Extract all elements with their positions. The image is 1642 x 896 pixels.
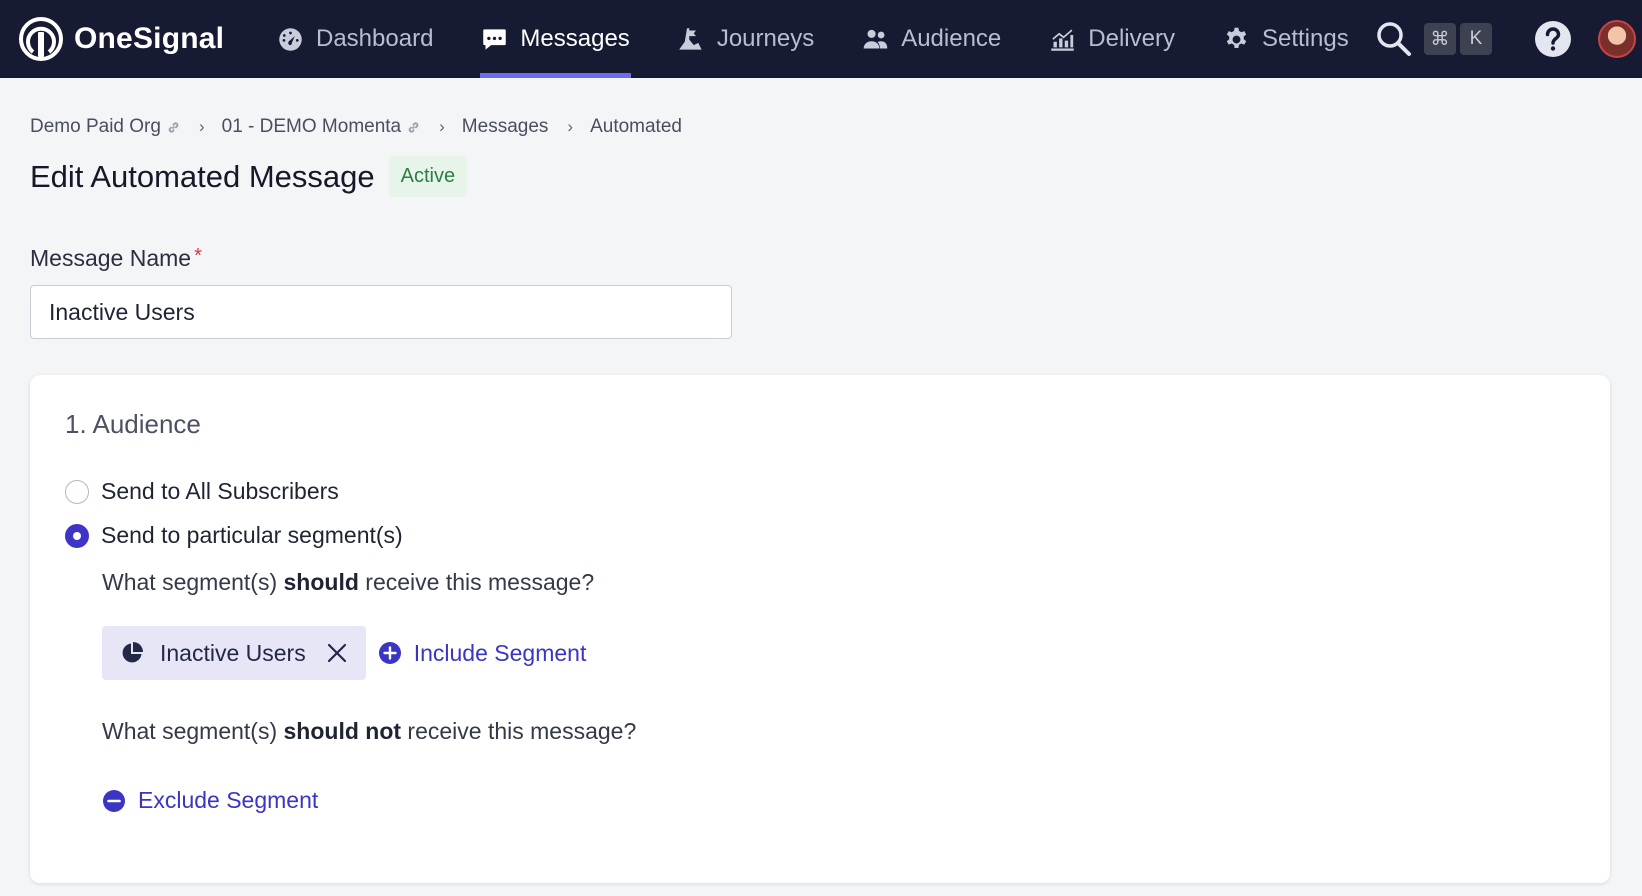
nav-label: Settings (1261, 25, 1349, 52)
shortcut-key-k: K (1460, 23, 1492, 55)
exclude-segment-label: Exclude Segment (138, 787, 319, 813)
send-to-all-radio[interactable] (65, 479, 89, 504)
onesignal-logo-icon (19, 17, 63, 61)
send-to-all-label: Send to All Subscribers (101, 478, 339, 504)
nav-item-settings[interactable]: Settings (1222, 0, 1350, 78)
nav-item-journeys[interactable]: Journeys (677, 0, 815, 78)
nav-label: Journeys (716, 25, 815, 52)
brand-logo[interactable]: OneSignal (18, 16, 238, 62)
journeys-icon (678, 27, 702, 50)
nav-item-delivery[interactable]: Delivery (1048, 0, 1176, 78)
status-badge: Active (388, 156, 468, 197)
breadcrumb-label: 01 - DEMO Momenta (221, 116, 402, 137)
close-icon[interactable] (326, 642, 348, 664)
breadcrumb-label: Demo Paid Org (30, 116, 161, 137)
audience-card: 1. Audience Send to All Subscribers Send… (30, 375, 1610, 883)
search-icon[interactable] (1374, 19, 1414, 59)
page-content: Demo Paid Org › 01 - DEMO Momenta › Mess… (0, 116, 1642, 883)
exclude-question-suffix: receive this message? (401, 718, 637, 744)
required-asterisk: * (194, 245, 202, 267)
delivery-icon (1051, 28, 1075, 51)
audience-section-title: 1. Audience (65, 409, 201, 439)
include-question-suffix: receive this message? (358, 569, 595, 595)
pie-chart-icon (122, 642, 143, 663)
nav-item-audience[interactable]: Audience (861, 0, 1002, 78)
exclude-segment-button[interactable]: Exclude Segment (102, 787, 1575, 814)
segment-chip: Inactive Users (102, 626, 366, 680)
send-to-segments-label: Send to particular segment(s) (101, 522, 403, 548)
include-segment-label: Include Segment (413, 639, 587, 666)
plus-circle-icon (378, 642, 401, 664)
breadcrumb: Demo Paid Org › 01 - DEMO Momenta › Mess… (30, 116, 1612, 138)
audience-icon (863, 29, 888, 48)
send-to-all-option[interactable]: Send to All Subscribers (65, 478, 1575, 505)
include-question: What segment(s) should receive this mess… (102, 569, 1575, 596)
message-name-input[interactable] (30, 285, 732, 339)
link-icon (168, 121, 179, 133)
breadcrumb-chevron-icon: › (198, 117, 205, 136)
exclude-question: What segment(s) should not receive this … (102, 718, 1575, 745)
nav-label: Dashboard (316, 25, 434, 52)
main-nav: Dashboard Messages Journeys Audience Del… (276, 0, 1396, 78)
nav-item-dashboard[interactable]: Dashboard (276, 0, 434, 78)
user-avatar[interactable] (1598, 20, 1636, 58)
nav-item-messages[interactable]: Messages (480, 0, 632, 78)
nav-label: Delivery (1088, 25, 1175, 52)
minus-circle-icon (103, 789, 125, 812)
dashboard-icon (279, 27, 302, 51)
breadcrumb-item-app[interactable]: 01 - DEMO Momenta (222, 116, 421, 138)
link-icon (408, 121, 419, 133)
segment-selection-area: What segment(s) should receive this mess… (102, 569, 1575, 814)
nav-label: Messages (520, 25, 630, 52)
page-title: Edit Automated Message (30, 158, 375, 194)
send-to-segments-option[interactable]: Send to particular segment(s) (65, 522, 1575, 549)
help-icon[interactable] (1534, 20, 1572, 58)
title-row: Edit Automated Message Active (30, 156, 1612, 197)
message-name-label: Message Name * (30, 245, 1612, 272)
breadcrumb-chevron-icon: › (439, 117, 445, 136)
include-question-emphasis: should (283, 569, 359, 595)
exclude-question-emphasis: should not (283, 718, 402, 744)
breadcrumb-chevron-icon: › (567, 117, 574, 136)
include-segment-button[interactable]: Include Segment (378, 639, 587, 667)
brand-name: OneSignal (74, 22, 225, 55)
nav-utilities: ⌘ K (1374, 0, 1642, 78)
segment-chip-label: Inactive Users (160, 639, 306, 666)
messages-icon (483, 28, 507, 50)
included-segments-row: Inactive Users Include Segment (102, 626, 1575, 680)
message-name-label-text: Message Name (30, 245, 192, 271)
breadcrumb-item-org[interactable]: Demo Paid Org (30, 116, 180, 138)
breadcrumb-item-messages[interactable]: Messages (462, 116, 549, 138)
shortcut-key-cmd: ⌘ (1424, 23, 1456, 55)
top-navigation-bar: OneSignal Dashboard Messages Journeys Au… (0, 0, 1642, 78)
include-question-prefix: What segment(s) (102, 569, 284, 595)
nav-label: Audience (901, 25, 1002, 52)
exclude-question-prefix: What segment(s) (102, 718, 284, 744)
gear-icon (1226, 27, 1247, 48)
breadcrumb-item-automated: Automated (590, 116, 682, 137)
send-to-segments-radio[interactable] (65, 523, 89, 548)
